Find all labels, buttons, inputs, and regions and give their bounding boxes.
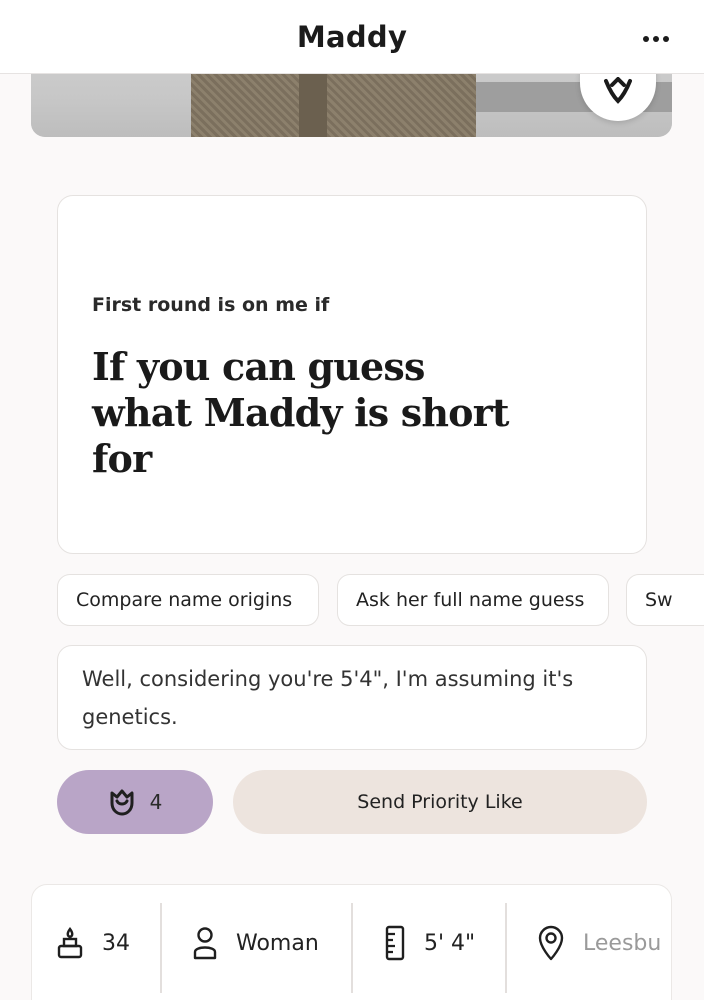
comment-field[interactable]: Well, considering you're 5'4", I'm assum…: [57, 645, 647, 750]
stat-age-value: 34: [102, 930, 130, 956]
cake-icon: [57, 926, 83, 959]
stat-height-value: 5' 4": [424, 930, 476, 956]
suggestion-chip-ask-full-name[interactable]: Ask her full name guess: [337, 574, 609, 626]
suggestion-chip-partial[interactable]: Sw: [626, 574, 704, 626]
divider: [351, 903, 353, 993]
stat-gender-value: Woman: [236, 930, 319, 956]
suggestion-chip-compare-name-origins[interactable]: Compare name origins: [57, 574, 319, 626]
stat-age: 34: [56, 885, 130, 1000]
prompt-answer: If you can guess what Maddy is short for: [92, 344, 509, 481]
profile-stats-card: 34 Woman 5' 4" Leesbu: [31, 884, 672, 1000]
prompt-question: First round is on me if: [92, 294, 330, 316]
rose-icon: [110, 789, 134, 816]
stat-height: 5' 4": [384, 885, 475, 1000]
more-options-button[interactable]: [636, 24, 676, 54]
rose-count: 4: [149, 790, 163, 814]
top-bar: Maddy: [0, 0, 704, 74]
stat-location-value: Leesbu: [583, 930, 662, 956]
divider: [160, 903, 162, 993]
prompt-card[interactable]: First round is on me if If you can guess…: [57, 195, 647, 554]
divider: [505, 903, 507, 993]
person-icon: [193, 927, 217, 960]
more-horizontal-icon: [643, 36, 649, 42]
location-pin-icon: [538, 925, 564, 961]
stat-location: Leesbu: [537, 885, 661, 1000]
stat-gender: Woman: [192, 885, 319, 1000]
ruler-icon: [385, 925, 405, 961]
send-priority-like-button[interactable]: Send Priority Like: [233, 770, 647, 834]
send-rose-button[interactable]: 4: [57, 770, 213, 834]
profile-name-title: Maddy: [296, 20, 408, 54]
rose-outline-icon: [604, 77, 632, 104]
